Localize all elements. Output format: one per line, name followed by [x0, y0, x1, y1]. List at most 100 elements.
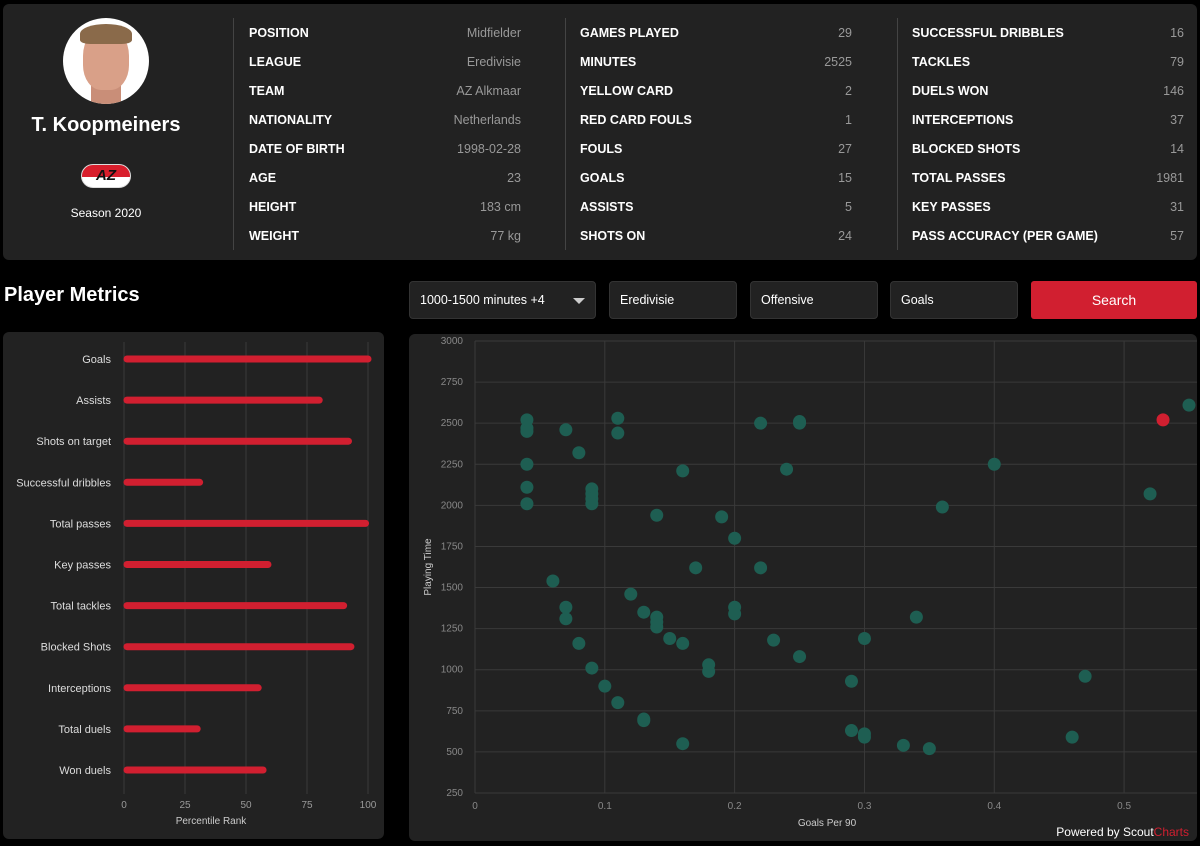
data-point[interactable] [559, 423, 573, 437]
data-point[interactable] [780, 462, 794, 476]
data-point[interactable] [793, 415, 807, 429]
x-tick-label: 0.4 [987, 801, 1001, 812]
stats-column-2: SUCCESSFUL DRIBBLES 16 TACKLES 79 DUELS WON 1… [912, 18, 1184, 250]
data-point[interactable] [728, 531, 742, 545]
league-select[interactable]: Eredivisie [609, 281, 737, 319]
y-tick-label: 250 [446, 788, 463, 799]
data-point[interactable] [559, 612, 573, 626]
data-point[interactable] [1065, 730, 1079, 744]
data-point[interactable] [793, 650, 807, 664]
stat-value: 2 [845, 83, 852, 98]
data-point[interactable] [1182, 398, 1196, 412]
player-photo [63, 18, 149, 104]
x-tick-label: 50 [240, 800, 252, 811]
data-point[interactable] [520, 480, 534, 494]
data-point[interactable] [546, 574, 560, 588]
data-point[interactable] [857, 730, 871, 744]
percentile-chart-panel: 0 25 50 75 100 Percentile Rank Goals Assists Sho… [3, 332, 384, 839]
data-point[interactable] [611, 411, 625, 425]
bar-label: Total passes [50, 518, 112, 530]
stat-value: 15 [838, 170, 852, 185]
stat-row: POSITION Midfielder [249, 18, 521, 47]
data-point[interactable] [702, 664, 716, 678]
metric-select[interactable]: Goals [890, 281, 1018, 319]
data-point[interactable] [663, 631, 677, 645]
data-point[interactable] [1143, 487, 1157, 501]
data-point[interactable] [624, 587, 638, 601]
minutes-dropdown[interactable]: 1000-1500 minutes +4 [409, 281, 596, 319]
stat-label: NATIONALITY [249, 112, 333, 127]
data-point[interactable] [844, 674, 858, 688]
data-point[interactable] [611, 426, 625, 440]
data-point[interactable] [585, 661, 599, 675]
data-point[interactable] [572, 636, 586, 650]
stat-label: TACKLES [912, 54, 971, 69]
data-point[interactable] [676, 737, 690, 751]
data-point[interactable] [559, 600, 573, 614]
y-tick-label: 2750 [441, 377, 464, 388]
stat-label: AGE [249, 170, 277, 185]
data-point[interactable] [728, 607, 742, 621]
data-point[interactable] [650, 620, 664, 634]
highlighted-player-point[interactable] [1156, 413, 1170, 427]
data-point[interactable] [922, 742, 936, 756]
y-tick-label: 2250 [441, 459, 464, 470]
bar-label: Total duels [58, 724, 111, 736]
data-point[interactable] [637, 605, 651, 619]
data-point[interactable] [909, 610, 923, 624]
x-tick-label: 0.2 [728, 801, 742, 812]
stat-label: TEAM [249, 83, 285, 98]
data-point[interactable] [676, 464, 690, 478]
minutes-value: 1000-1500 minutes +4 [420, 293, 545, 307]
x-tick-label: 100 [360, 800, 377, 811]
scatter-chart: 250 500 750 1000 1250 1500 1750 2000 2250 2500 275… [423, 336, 1197, 829]
data-point[interactable] [520, 497, 534, 511]
category-select[interactable]: Offensive [750, 281, 878, 319]
data-point[interactable] [611, 696, 625, 710]
stat-row: TEAM AZ Alkmaar [249, 76, 521, 105]
stat-row: FOULS 27 [580, 134, 852, 163]
data-point[interactable] [754, 561, 768, 575]
stat-label: TOTAL PASSES [912, 170, 1006, 185]
stat-value: 27 [838, 141, 852, 156]
data-point[interactable] [715, 510, 729, 524]
stat-label: BLOCKED SHOTS [912, 141, 1021, 156]
season-label: Season 2020 [70, 206, 142, 220]
data-point[interactable] [520, 424, 534, 438]
data-point[interactable] [598, 679, 612, 693]
data-point[interactable] [585, 497, 599, 511]
stat-label: PASS ACCURACY (PER GAME) [912, 228, 1098, 243]
data-point[interactable] [689, 561, 703, 575]
data-point[interactable] [844, 724, 858, 738]
stat-value: 1 [845, 112, 852, 127]
data-point[interactable] [650, 508, 664, 522]
stat-label: GAMES PLAYED [580, 25, 679, 40]
data-point[interactable] [572, 446, 586, 460]
data-point[interactable] [987, 457, 1001, 471]
player-profile: T. Koopmeiners AZ Season 2020 [3, 4, 223, 260]
data-point[interactable] [520, 457, 534, 471]
stat-label: DUELS WON [912, 83, 989, 98]
stat-row: SHOTS ON 24 [580, 221, 852, 250]
y-axis-label: Playing Time [423, 538, 434, 596]
data-point[interactable] [896, 738, 910, 752]
data-point[interactable] [637, 714, 651, 728]
stat-row: KEY PASSES 31 [912, 192, 1184, 221]
search-button[interactable]: Search [1031, 281, 1197, 319]
data-point[interactable] [857, 631, 871, 645]
data-point[interactable] [676, 636, 690, 650]
stat-row: HEIGHT 183 cm [249, 192, 521, 221]
data-point[interactable] [935, 500, 949, 514]
bar-label: Shots on target [36, 436, 111, 448]
x-tick-label: 0.1 [598, 801, 612, 812]
data-point[interactable] [754, 416, 768, 430]
stat-label: KEY PASSES [912, 199, 991, 214]
data-point[interactable] [767, 633, 781, 647]
stat-row: TACKLES 79 [912, 47, 1184, 76]
bar-label: Successful dribbles [16, 477, 111, 489]
data-point[interactable] [1078, 669, 1092, 683]
x-tick-label: 75 [301, 800, 313, 811]
bar-label: Assists [76, 395, 111, 407]
y-tick-label: 750 [446, 706, 463, 717]
stat-value: 31 [1170, 199, 1184, 214]
